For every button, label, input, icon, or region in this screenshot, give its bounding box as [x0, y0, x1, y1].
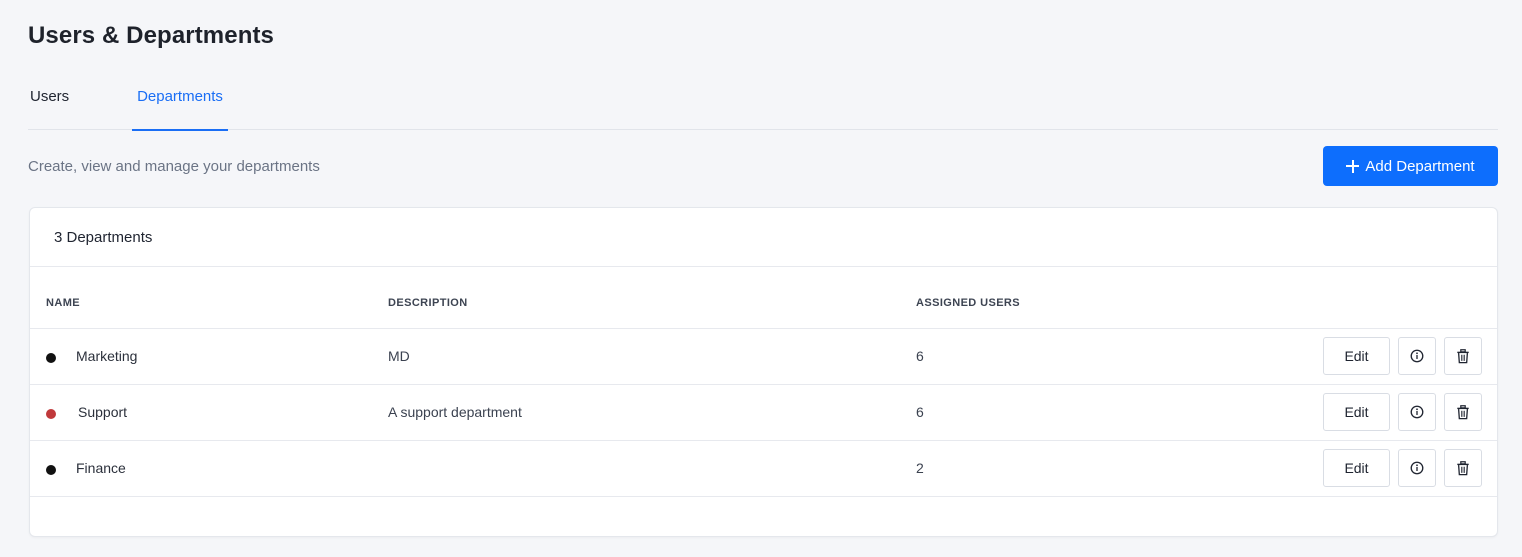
department-color-dot [46, 409, 56, 419]
department-assigned-users: 2 [916, 460, 924, 476]
tab-users[interactable]: Users [30, 76, 69, 130]
info-button[interactable] [1398, 449, 1436, 487]
delete-button[interactable] [1444, 337, 1482, 375]
info-icon [1410, 349, 1424, 363]
edit-button[interactable]: Edit [1323, 393, 1390, 431]
page-title: Users & Departments [28, 22, 274, 49]
add-department-label: Add Department [1365, 157, 1475, 175]
department-color-dot [46, 353, 56, 363]
department-name: Support [78, 404, 128, 420]
users-departments-page: Users & Departments Users Departments Cr… [0, 0, 1522, 557]
trash-icon [1457, 348, 1469, 363]
department-assigned-users: 6 [916, 404, 924, 420]
info-icon [1410, 405, 1424, 419]
trash-icon [1457, 460, 1469, 475]
departments-card: 3 Departments NAME DESCRIPTION ASSIGNED … [29, 207, 1498, 537]
table-row: Support A support department 6 Edit [30, 385, 1497, 441]
edit-button[interactable]: Edit [1323, 449, 1390, 487]
department-name: Finance [76, 460, 126, 476]
page-subtitle: Create, view and manage your departments [28, 158, 320, 175]
info-button[interactable] [1398, 337, 1436, 375]
info-button[interactable] [1398, 393, 1436, 431]
column-header-assigned-users: ASSIGNED USERS [916, 297, 1021, 309]
table-row: Marketing MD 6 Edit [30, 329, 1497, 385]
delete-button[interactable] [1444, 393, 1482, 431]
table-row: Finance 2 Edit [30, 441, 1497, 497]
table-header: NAME DESCRIPTION ASSIGNED USERS [30, 267, 1497, 329]
department-description: MD [388, 348, 410, 364]
department-assigned-users: 6 [916, 348, 924, 364]
trash-icon [1457, 404, 1469, 419]
tab-bar: Users Departments [28, 76, 1498, 131]
department-name: Marketing [76, 348, 138, 364]
column-header-description: DESCRIPTION [388, 297, 468, 309]
plus-icon [1346, 159, 1360, 173]
department-color-dot [46, 465, 56, 475]
departments-count: 3 Departments [30, 208, 1497, 267]
add-department-button[interactable]: Add Department [1323, 146, 1498, 186]
delete-button[interactable] [1444, 449, 1482, 487]
edit-button[interactable]: Edit [1323, 337, 1390, 375]
info-icon [1410, 461, 1424, 475]
department-description: A support department [388, 404, 522, 420]
column-header-name: NAME [46, 297, 80, 309]
tab-departments[interactable]: Departments [132, 76, 228, 131]
